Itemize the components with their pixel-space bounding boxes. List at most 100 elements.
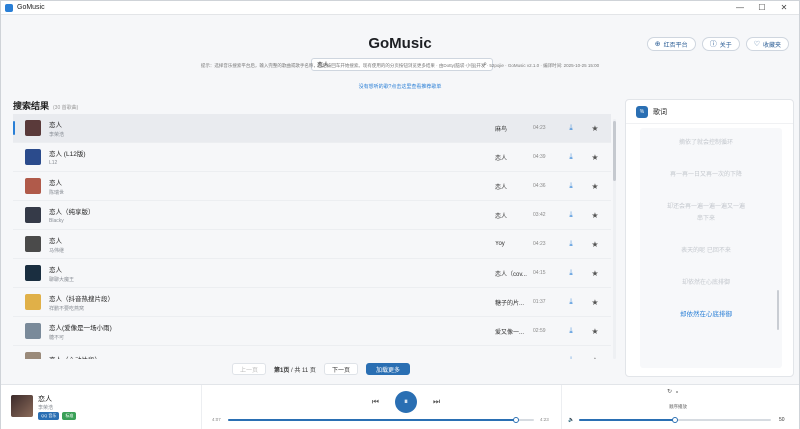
- download-icon[interactable]: ⤓: [559, 355, 583, 359]
- song-cover[interactable]: [25, 120, 41, 136]
- favorites-button-label: 收藏夹: [762, 42, 781, 49]
- song-cover[interactable]: [25, 352, 41, 359]
- recommend-playlist-link[interactable]: 没有想听的歌?点击这里查看推荐歌单: [1, 83, 799, 90]
- star-icon[interactable]: ★: [583, 153, 607, 162]
- song-meta: 恋人（抖音热搜片段） 祥鹏不要吃燕窝: [49, 293, 495, 312]
- minimize-button[interactable]: —: [729, 3, 751, 12]
- time-current: 4:07: [212, 417, 221, 422]
- quality-tag: 标准: [62, 412, 77, 420]
- star-icon[interactable]: ★: [583, 298, 607, 307]
- song-cover[interactable]: [25, 323, 41, 339]
- result-row[interactable]: 恋人（抖音热搜片段） 祥鹏不要吃燕窝 糖子的片... 01:37 ⤓ ★: [13, 288, 611, 317]
- song-duration: 04:15: [533, 270, 546, 276]
- playback-controls: ⏮ ⏸ ⏭: [341, 389, 471, 415]
- next-page-button[interactable]: 下一页: [323, 363, 358, 375]
- song-cover[interactable]: [25, 149, 41, 165]
- song-duration: 04:39: [533, 154, 546, 160]
- platform-tag: QQ 音乐: [38, 412, 60, 420]
- lyrics-badge-icon: %: [636, 105, 648, 118]
- result-row[interactable]: 恋人（心动片段） ⤓★: [13, 346, 611, 359]
- star-icon[interactable]: ★: [583, 240, 607, 249]
- progress-slider[interactable]: [228, 417, 534, 423]
- download-icon[interactable]: ⤓: [559, 239, 583, 249]
- result-row[interactable]: 恋人(爱像是一场小雨) 糖不可 爱又像一... 02:59 ⤓ ★: [13, 317, 611, 346]
- result-row[interactable]: 恋人（纯享版） Blacky 恋人 03:42 ⤓ ★: [13, 201, 611, 230]
- app-window: GoMusic — ☐ ✕ GoMusic ⊕ 红否平台 ⓘ 关于 ♡ 收藏夹 …: [0, 0, 800, 429]
- star-icon[interactable]: ★: [583, 211, 607, 220]
- close-button[interactable]: ✕: [773, 3, 795, 12]
- song-cover[interactable]: [25, 178, 41, 194]
- song-title[interactable]: 恋人 (L12版): [49, 148, 495, 158]
- lyrics-body: 摘依了就会控制循环 再一再一日又再一次的下降 却还会再一遍一遍一遍又一遍 串下来 表天的…: [640, 128, 782, 368]
- song-album: 恋人: [495, 155, 508, 162]
- star-icon[interactable]: ★: [583, 356, 607, 360]
- song-artist: 李荣浩: [49, 131, 65, 138]
- song-title[interactable]: 恋人: [49, 119, 495, 129]
- results-count: (30 首歌曲): [53, 105, 79, 111]
- lyrics-scrollbar[interactable]: [777, 290, 779, 330]
- download-icon[interactable]: ⤓: [559, 210, 583, 220]
- load-more-button[interactable]: 加载更多: [365, 363, 410, 375]
- song-meta: 恋人 马伟继: [49, 235, 495, 254]
- header: GoMusic ⊕ 红否平台 ⓘ 关于 ♡ 收藏夹 恋人 ⌕: [1, 15, 799, 83]
- volume-slider[interactable]: [579, 417, 771, 423]
- song-meta: 恋人（心动片段）: [49, 354, 495, 359]
- song-album: Yoy: [495, 241, 505, 247]
- result-row[interactable]: 恋人 马伟继 Yoy 04:23 ⤓ ★: [13, 230, 611, 259]
- song-meta: 恋人 陈瑞世: [49, 177, 495, 196]
- song-title[interactable]: 恋人（纯享版）: [49, 206, 495, 216]
- next-track-icon[interactable]: ⏭: [433, 397, 440, 407]
- now-playing-tags: QQ 音乐 标准: [38, 412, 77, 420]
- about-button[interactable]: ⓘ 关于: [701, 37, 740, 51]
- download-icon[interactable]: ⤓: [559, 297, 583, 307]
- star-icon[interactable]: ★: [583, 269, 607, 278]
- song-duration: 04:23: [533, 125, 546, 131]
- song-title[interactable]: 恋人: [49, 235, 495, 245]
- results-list: 恋人 李荣浩 麻鸟 04:23 ⤓ ★ 恋人 (L12版) L12 恋人 04:39 ⤓ ★ 恋人 陈瑞世…: [13, 114, 611, 359]
- song-album: 恋人: [495, 213, 508, 220]
- maximize-button[interactable]: ☐: [751, 3, 773, 12]
- song-title[interactable]: 恋人（心动片段）: [49, 354, 495, 359]
- download-icon[interactable]: ⤓: [559, 326, 583, 336]
- results-scrollbar-thumb[interactable]: [613, 121, 616, 181]
- song-duration: 01:37: [533, 299, 546, 305]
- play-mode-toggle[interactable]: ↻: [667, 388, 679, 395]
- progress-knob[interactable]: [512, 417, 519, 423]
- star-icon[interactable]: ★: [583, 327, 607, 336]
- song-cover[interactable]: [25, 265, 41, 281]
- song-title[interactable]: 恋人(爱像是一场小雨): [49, 322, 495, 332]
- download-icon[interactable]: ⤓: [559, 181, 583, 191]
- volume-icon[interactable]: 🔈: [568, 417, 574, 423]
- result-row[interactable]: 恋人 陈瑞世 恋人 04:36 ⤓ ★: [13, 172, 611, 201]
- prev-page-button[interactable]: 上一页: [232, 363, 267, 375]
- star-icon[interactable]: ★: [583, 182, 607, 191]
- download-icon[interactable]: ⤓: [559, 123, 583, 133]
- previous-track-icon[interactable]: ⏮: [372, 397, 379, 407]
- pause-button[interactable]: ⏸: [395, 391, 417, 413]
- song-title[interactable]: 恋人（抖音热搜片段）: [49, 293, 495, 303]
- song-duration: 03:42: [533, 212, 546, 218]
- song-album: 糖子的片...: [495, 300, 525, 307]
- favorites-button[interactable]: ♡ 收藏夹: [745, 37, 789, 51]
- result-row[interactable]: 恋人 (L12版) L12 恋人 04:39 ⤓ ★: [13, 143, 611, 172]
- volume-fill: [579, 419, 675, 421]
- title-bar: GoMusic — ☐ ✕: [1, 1, 799, 15]
- platform-button[interactable]: ⊕ 红否平台: [646, 37, 696, 51]
- download-icon[interactable]: ⤓: [559, 268, 583, 278]
- repeat-icon[interactable]: ↻: [667, 388, 672, 395]
- lyric-line: 表天的呢 已回不来: [681, 248, 731, 254]
- song-title[interactable]: 恋人: [49, 264, 495, 274]
- download-icon[interactable]: ⤓: [559, 152, 583, 162]
- star-icon[interactable]: ★: [583, 124, 607, 133]
- song-cover[interactable]: [25, 294, 41, 310]
- volume-knob[interactable]: [672, 417, 678, 423]
- result-row[interactable]: 恋人 聊聊大魔王 恋人（cov... 04:15 ⤓ ★: [13, 259, 611, 288]
- active-row-marker: [13, 121, 15, 135]
- song-cover[interactable]: [25, 236, 41, 252]
- now-playing-cover[interactable]: [11, 395, 33, 417]
- song-cover[interactable]: [25, 207, 41, 223]
- song-artist: 马伟继: [49, 247, 65, 254]
- result-row[interactable]: 恋人 李荣浩 麻鸟 04:23 ⤓ ★: [13, 114, 611, 143]
- song-title[interactable]: 恋人: [49, 177, 495, 187]
- results-scrollbar[interactable]: [613, 119, 616, 359]
